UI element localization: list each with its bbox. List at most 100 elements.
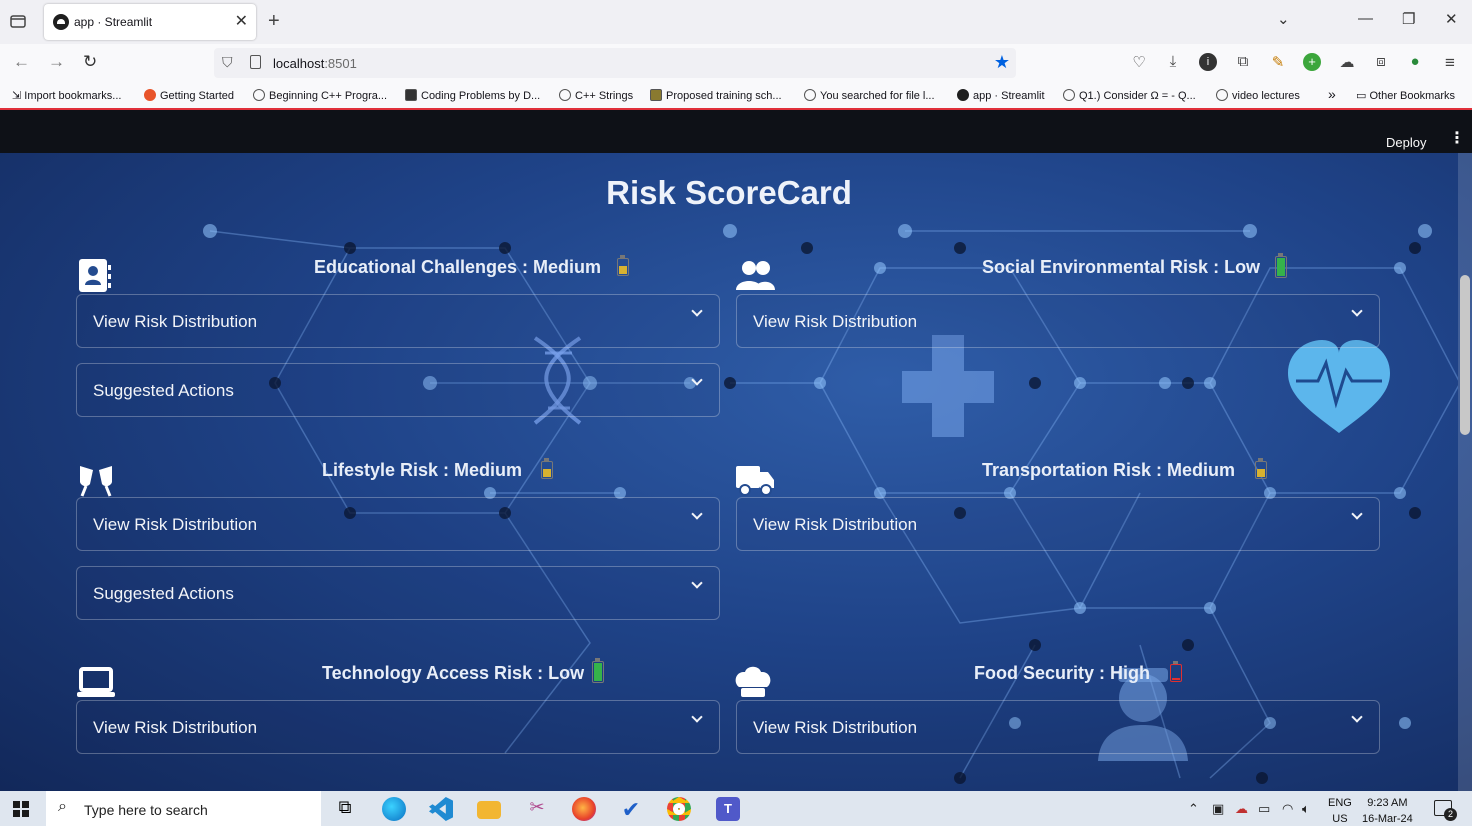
search-placeholder: Type here to search xyxy=(84,802,208,818)
edge-browser-icon[interactable] xyxy=(382,797,406,821)
bookmarks-overflow-icon[interactable]: » xyxy=(1328,86,1336,102)
id-card-icon xyxy=(79,259,111,292)
battery-tray-icon[interactable]: ▭ xyxy=(1258,801,1270,817)
risk-title-lifestyle: Lifestyle Risk : Medium xyxy=(322,460,523,480)
bookmark-item[interactable]: Beginning C++ Progra... xyxy=(253,89,387,102)
back-arrow-icon[interactable]: ← xyxy=(13,52,30,72)
globe-extension-icon[interactable]: ● xyxy=(1406,53,1424,71)
laptop-icon xyxy=(77,667,115,697)
heart-pulse-icon xyxy=(1288,340,1390,433)
windows-start-icon[interactable] xyxy=(13,801,29,817)
extensions-puzzle-icon[interactable]: ⧉ xyxy=(1234,53,1252,71)
volume-icon[interactable]: 🔈︎ xyxy=(1302,801,1310,817)
bookmarks-toolbar: ⇲ Import bookmarks... Getting Started Be… xyxy=(0,82,1472,110)
download-icon[interactable]: ⤓ xyxy=(1164,53,1182,71)
browser-tab-bar: app · Streamlit ✕ + ⌄ — ❐ ✕ xyxy=(0,0,1472,44)
tray-overflow-icon[interactable]: ⌃ xyxy=(1188,801,1199,817)
expander-suggested-actions-lifestyle[interactable]: Suggested Actions xyxy=(76,566,720,620)
hamburger-menu-icon[interactable]: ≡ xyxy=(1441,53,1459,72)
page-title: Risk ScoreCard xyxy=(606,174,852,211)
input-language[interactable]: ENG US xyxy=(1328,795,1352,826)
firefox-taskbar-icon[interactable] xyxy=(572,797,596,821)
new-tab-icon[interactable]: + xyxy=(268,10,280,33)
globe-icon xyxy=(1063,89,1075,101)
chevron-down-icon xyxy=(691,577,703,589)
taskbar-search-box[interactable]: ⌕ Type here to search xyxy=(46,791,321,826)
chevron-down-icon xyxy=(691,711,703,723)
main-menu-icon[interactable]: ⋮ xyxy=(1449,128,1465,148)
bookmark-item[interactable]: Getting Started xyxy=(144,89,234,102)
expander-view-distribution-transportation[interactable]: View Risk Distribution xyxy=(736,497,1380,551)
notification-center-icon[interactable]: 2 xyxy=(1434,800,1457,821)
close-tab-icon[interactable]: ✕ xyxy=(235,11,248,31)
streamlit-favicon-icon xyxy=(53,14,69,30)
chrome-icon[interactable] xyxy=(667,797,691,821)
browser-tab-active[interactable]: app · Streamlit ✕ xyxy=(44,4,256,40)
globe-icon xyxy=(253,89,265,101)
bookmark-item[interactable]: Proposed training sch... xyxy=(650,89,782,102)
file-explorer-icon[interactable] xyxy=(477,801,501,819)
vscode-icon[interactable] xyxy=(429,797,453,821)
bookmark-item[interactable]: video lectures xyxy=(1216,89,1300,102)
battery-medium-icon xyxy=(1255,458,1267,479)
task-view-icon[interactable]: ⧉ xyxy=(333,797,357,821)
restore-window-icon[interactable]: ❐ xyxy=(1402,10,1415,28)
bookmark-item[interactable]: Coding Problems by D... xyxy=(405,89,540,102)
users-icon xyxy=(736,261,775,290)
expander-suggested-actions-educational[interactable]: Suggested Actions xyxy=(76,363,720,417)
tab-title: app · Streamlit xyxy=(74,15,153,29)
notification-count: 2 xyxy=(1444,808,1457,821)
onedrive-icon[interactable]: ☁ xyxy=(1235,801,1248,817)
close-window-icon[interactable]: ✕ xyxy=(1445,10,1458,28)
battery-empty-icon xyxy=(1170,661,1182,682)
background-hex-network xyxy=(203,224,1458,784)
snipping-tool-icon[interactable]: ✂ xyxy=(525,797,549,821)
chevron-down-icon xyxy=(691,508,703,520)
expander-view-distribution-educational[interactable]: View Risk Distribution xyxy=(76,294,720,348)
forward-arrow-icon[interactable]: → xyxy=(48,52,65,72)
meet-now-icon[interactable]: ▣ xyxy=(1212,801,1224,817)
expander-view-distribution-lifestyle[interactable]: View Risk Distribution xyxy=(76,497,720,551)
other-bookmarks[interactable]: ▭ Other Bookmarks xyxy=(1356,89,1455,102)
globe-icon xyxy=(1216,89,1228,101)
bookmark-star-icon[interactable]: ★ xyxy=(994,52,1010,73)
minimize-window-icon[interactable]: — xyxy=(1358,10,1373,27)
app-header: Deploy ⋮ xyxy=(0,110,1472,153)
battery-medium-icon xyxy=(541,458,553,479)
todo-check-icon[interactable]: ✔ xyxy=(619,797,643,822)
tab-overflow-chevron-icon[interactable]: ⌄ xyxy=(1277,10,1290,28)
cloud-extension-icon[interactable]: ☁ xyxy=(1338,53,1356,71)
bookmark-item[interactable]: You searched for file l... xyxy=(804,89,935,102)
tab-list-icon[interactable] xyxy=(8,11,28,31)
page-info-icon[interactable] xyxy=(250,55,261,69)
tracking-shield-icon[interactable]: ⛉ xyxy=(222,54,233,71)
reload-icon[interactable]: ↻ xyxy=(83,52,97,72)
globe-icon xyxy=(559,89,571,101)
expander-view-distribution-food-security[interactable]: View Risk Distribution xyxy=(736,700,1380,754)
copy-extension-icon[interactable]: ⧈ xyxy=(1372,53,1390,71)
page-scrollbar[interactable] xyxy=(1458,153,1472,791)
pocket-icon[interactable]: ♡ xyxy=(1130,53,1148,71)
risk-title-educational: Educational Challenges : Medium xyxy=(314,257,602,277)
streamlit-app: Deploy ⋮ Risk ScoreCard Educational Chal… xyxy=(0,110,1472,791)
info-extension-icon[interactable]: i xyxy=(1199,53,1217,71)
risk-title-food-security: Food Security : High xyxy=(974,663,1151,683)
extension-badge-icon[interactable]: ✎ xyxy=(1269,53,1287,71)
truck-icon xyxy=(736,466,774,496)
expander-view-distribution-social[interactable]: View Risk Distribution xyxy=(736,294,1380,348)
system-clock[interactable]: 9:23 AM 16-Mar-24 xyxy=(1362,795,1413,826)
scrollbar-thumb[interactable] xyxy=(1460,275,1470,435)
deploy-button[interactable]: Deploy xyxy=(1386,135,1426,150)
address-bar[interactable]: ⛉ localhost:8501 ★ xyxy=(214,48,1016,78)
chevron-down-icon xyxy=(1351,305,1363,317)
teams-icon[interactable]: T xyxy=(716,797,740,821)
add-extension-icon[interactable]: + xyxy=(1303,53,1321,71)
bookmark-item[interactable]: app · Streamlit xyxy=(957,89,1045,102)
expander-view-distribution-technology[interactable]: View Risk Distribution xyxy=(76,700,720,754)
chef-hat-icon xyxy=(735,666,771,697)
search-icon: ⌕ xyxy=(58,798,67,815)
bookmark-item[interactable]: ⇲ Import bookmarks... xyxy=(12,89,121,102)
wifi-icon[interactable]: ◠ xyxy=(1282,801,1293,817)
bookmark-item[interactable]: C++ Strings xyxy=(559,89,633,102)
bookmark-item[interactable]: Q1.) Consider Ω = - Q... xyxy=(1063,89,1196,102)
